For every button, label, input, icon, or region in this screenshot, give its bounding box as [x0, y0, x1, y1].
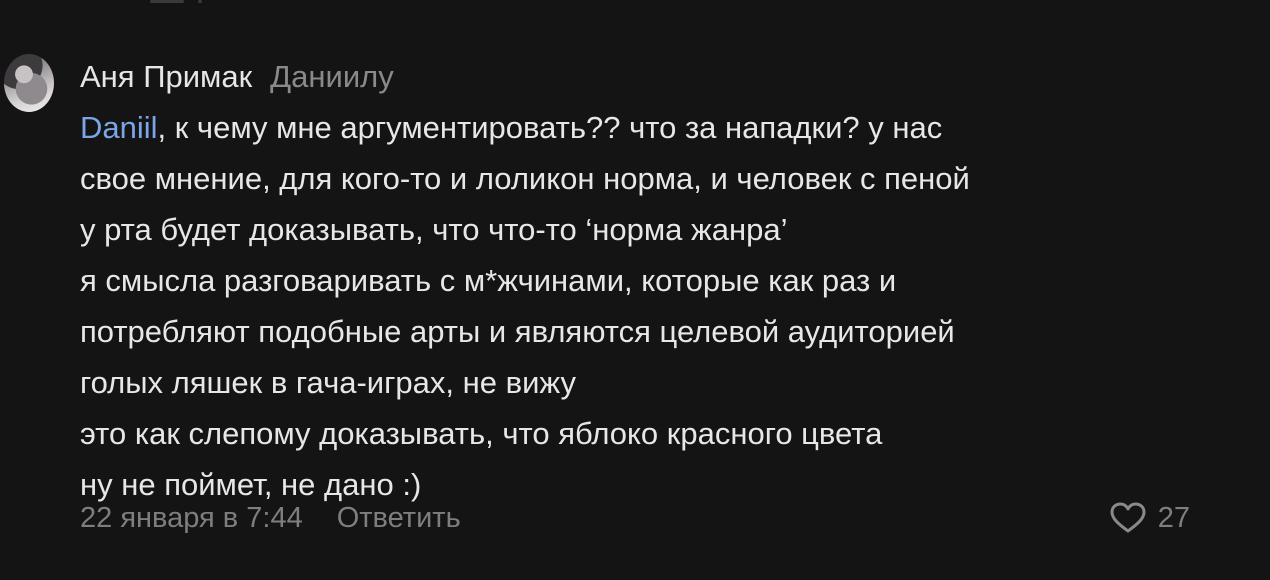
reply-to-name[interactable]: Даниилу [270, 54, 394, 100]
reply-button[interactable]: Ответить [337, 502, 461, 535]
previous-divider-dot [198, 0, 202, 3]
comment-line: это как слепому доказывать, что яблоко к… [80, 416, 883, 451]
comment-content: Аня Примак Даниилу Daniil, к чему мне ар… [80, 54, 1220, 534]
previous-divider [150, 0, 184, 3]
comment-footer: 22 января в 7:44 Ответить 27 [80, 490, 1220, 546]
comment-line: свое мнение, для кого-то и лоликон норма… [80, 161, 970, 196]
previous-comment-stub [150, 0, 210, 4]
comment-header: Аня Примак Даниилу [80, 54, 1220, 100]
comment-line: голых ляшек в гача-играх, не вижу [80, 365, 576, 400]
like-button[interactable]: 27 [1110, 490, 1190, 546]
comment-line: потребляют подобные арты и являются целе… [80, 314, 955, 349]
comment-text: Daniil, к чему мне аргументировать?? что… [80, 102, 1220, 510]
comment-date[interactable]: 22 января в 7:44 [80, 502, 303, 535]
mention-link[interactable]: Daniil [80, 110, 158, 145]
comment-line: у рта будет доказывать, что что-то ‘норм… [80, 212, 788, 247]
comment-line: Daniil, к чему мне аргументировать?? что… [80, 102, 1220, 153]
comment-line: я смысла разговаривать с м*жчинами, кото… [80, 263, 897, 298]
comment-line-text: , к чему мне аргументировать?? что за на… [157, 110, 943, 145]
like-count: 27 [1157, 501, 1190, 534]
author-name[interactable]: Аня Примак [80, 54, 252, 100]
heart-icon[interactable] [1110, 502, 1146, 534]
comment: Аня Примак Даниилу Daniil, к чему мне ар… [0, 54, 1270, 574]
avatar[interactable] [4, 54, 54, 112]
